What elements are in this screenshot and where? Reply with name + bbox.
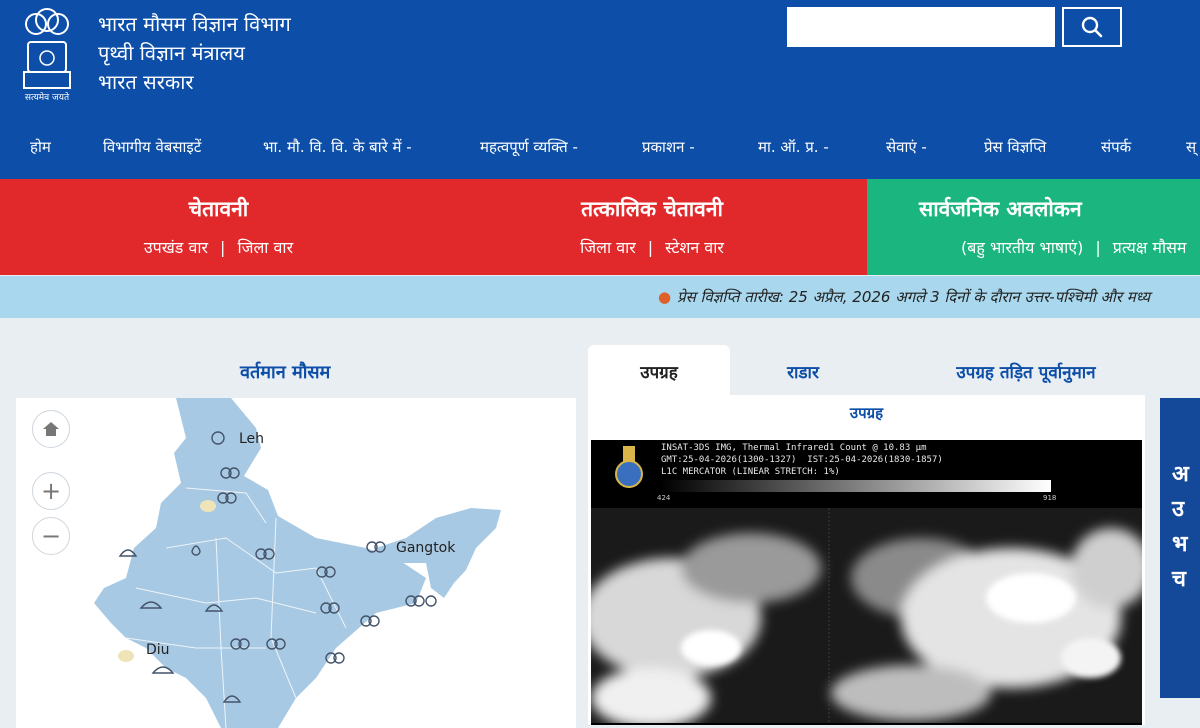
nav-faq[interactable]: मा. ऑ. प्र. - <box>758 137 829 157</box>
warning-subdivision-link[interactable]: उपखंड वार <box>144 238 208 257</box>
live-weather-link[interactable]: प्रत्यक्ष मौसम <box>1113 238 1187 257</box>
highlight-region <box>200 500 216 512</box>
public-observation-panel: सार्वजनिक अवलोकन (बहु भारतीय भाषाएं) | प्र… <box>867 179 1200 275</box>
nav-important-persons[interactable]: महत्वपूर्ण व्यक्ति - <box>480 137 578 157</box>
sat-header-line1: INSAT-3DS IMG, Thermal Infrared1 Count @… <box>661 443 927 453</box>
scale-min-label: 424 <box>657 494 671 502</box>
map-label-leh: Leh <box>239 431 265 447</box>
current-weather-title: वर्तमान मौसम <box>240 362 331 383</box>
warning-district-link[interactable]: जिला वार <box>237 238 293 257</box>
satellite-panel: उपग्रह INSAT-3DS IMG, Thermal Infrared1 … <box>588 395 1145 725</box>
organization-name: भारत मौसम विज्ञान विभाग पृथ्वी विज्ञान म… <box>98 10 291 97</box>
ticker-item[interactable]: ● प्रेस विज्ञप्ति तारीख: 25 अप्रैल, 2026 … <box>658 287 1150 307</box>
tab-radar[interactable]: राडार <box>758 345 848 397</box>
isro-logo-icon <box>611 444 647 490</box>
satellite-caption: उपग्रह <box>849 404 884 422</box>
nowcast-district-link[interactable]: जिला वार <box>580 238 636 257</box>
ministry-name: पृथ्वी विज्ञान मंत्रालय <box>98 41 245 65</box>
nav-contact[interactable]: संपर्क <box>1101 137 1131 157</box>
nowcast-title: तत्कालिक चेतावनी <box>581 197 723 221</box>
tab-satellite[interactable]: उपग्रह <box>588 345 730 397</box>
nav-publications[interactable]: प्रकाशन - <box>642 137 695 157</box>
satellite-tabs: उपग्रह राडार उपग्रह तड़ित पूर्वानुमान <box>588 345 1158 397</box>
nav-press-release[interactable]: प्रेस विज्ञप्ति <box>984 137 1046 157</box>
site-header: सत्यमेव जयते भारत मौसम विज्ञान विभाग पृथ… <box>0 0 1200 125</box>
nav-overflow[interactable]: स् <box>1186 137 1196 157</box>
government-name: भारत सरकार <box>98 70 194 94</box>
search-icon <box>1081 16 1103 38</box>
warning-title: चेतावनी <box>188 197 249 221</box>
news-ticker: ● प्रेस विज्ञप्ति तारीख: 25 अप्रैल, 2026 … <box>0 276 1200 318</box>
tab-satellite-lightning-forecast[interactable]: उपग्रह तड़ित पूर्वानुमान <box>906 345 1146 397</box>
weather-map[interactable]: + − Leh Gangtok Diu <box>16 398 576 728</box>
mainland-region <box>94 398 426 728</box>
ticker-text: प्रेस विज्ञप्ति तारीख: 25 अप्रैल, 2026 अ… <box>677 288 1151 306</box>
satellite-image[interactable]: INSAT-3DS IMG, Thermal Infrared1 Count @… <box>591 440 1142 725</box>
main-navigation: होम विभागीय वेबसाइटें भा. मौ. वि. वि. के… <box>0 125 1200 179</box>
sat-header-line2: GMT:25-04-2026(1300-1327) IST:25-04-2026… <box>661 455 943 465</box>
banner-letter-2: उ <box>1172 497 1185 522</box>
nav-services[interactable]: सेवाएं - <box>886 137 927 157</box>
public-observation-title: सार्वजनिक अवलोकन <box>919 197 1082 221</box>
warning-panel: चेतावनी उपखंड वार | जिला वार <box>0 179 437 275</box>
satellite-header: INSAT-3DS IMG, Thermal Infrared1 Count @… <box>661 442 943 478</box>
scale-max-label: 918 <box>1043 494 1057 502</box>
search-button[interactable] <box>1062 7 1122 47</box>
nowcast-station-link[interactable]: स्टेशन वार <box>665 238 724 257</box>
sat-header-line3: L1C MERCATOR (LINEAR STRETCH: 1%) <box>661 467 840 477</box>
banner-letter-4: च <box>1172 567 1186 592</box>
banner-letter-1: अ <box>1172 462 1189 487</box>
nowcast-warning-panel: तत्कालिक चेतावनी जिला वार | स्टेशन वार <box>437 179 867 275</box>
bullet-icon: ● <box>658 288 672 306</box>
department-name: भारत मौसम विज्ञान विभाग <box>98 12 291 36</box>
cloud-imagery <box>591 508 1142 723</box>
emblem-caption: सत्यमेव जयते <box>24 93 70 103</box>
nav-departmental-websites[interactable]: विभागीय वेबसाइटें <box>103 137 201 157</box>
promo-banner[interactable]: अ उ भ च <box>1160 398 1200 698</box>
multi-language-link[interactable]: (बहु भारतीय भाषाएं) <box>961 238 1083 257</box>
scale-bar <box>661 480 1051 492</box>
map-label-diu: Diu <box>146 642 170 658</box>
nav-home[interactable]: होम <box>30 137 51 157</box>
map-label-gangtok: Gangtok <box>396 540 456 556</box>
banner-letter-3: भ <box>1172 532 1188 557</box>
search-input[interactable] <box>787 7 1055 47</box>
highlight-region <box>118 650 134 662</box>
india-map <box>94 398 501 728</box>
nav-about-imd[interactable]: भा. मौ. वि. वि. के बारे में - <box>263 137 412 157</box>
